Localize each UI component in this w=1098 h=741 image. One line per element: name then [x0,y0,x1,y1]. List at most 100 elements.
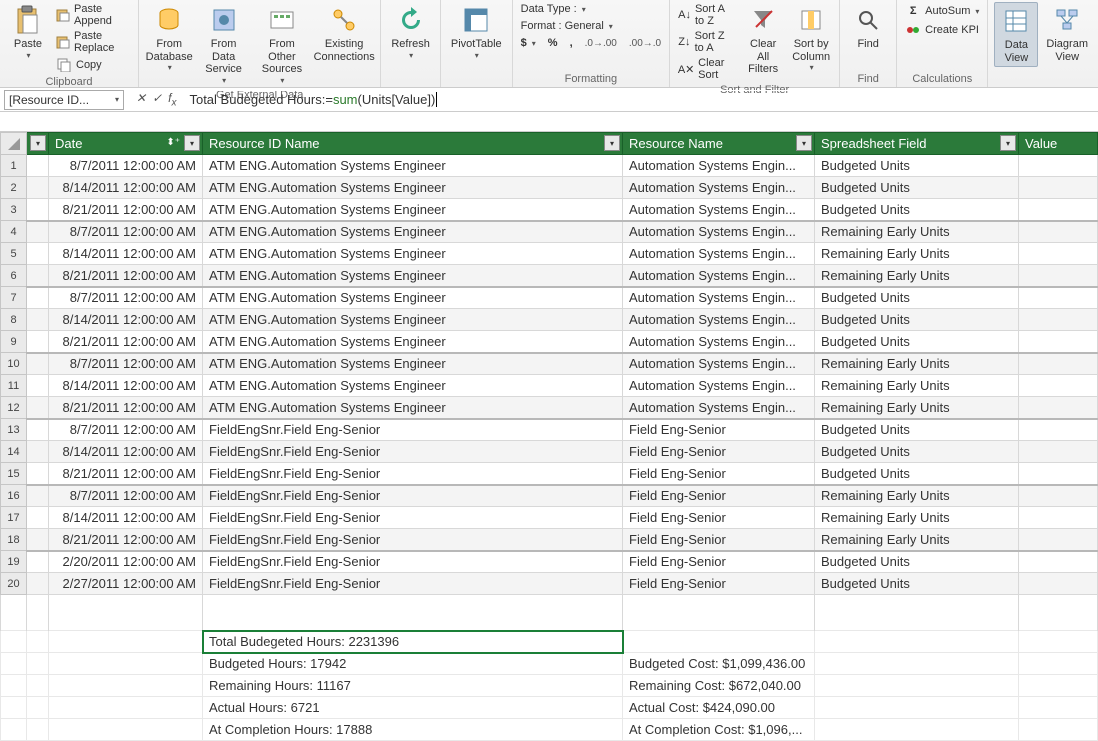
table-row[interactable]: 5 8/14/2011 12:00:00 AMATM ENG.Automation… [1,243,1098,265]
cancel-formula-button[interactable]: ✕ [136,91,146,108]
cell-resource-name[interactable]: Field Eng-Senior [623,573,815,595]
table-row[interactable]: 188/21/2011 12:00:00 AMFieldEngSnr.Field… [1,529,1098,551]
cell-date[interactable]: 8/14/2011 12:00:00 AM [49,177,203,199]
cell-field[interactable]: Remaining Early Units [815,507,1019,529]
row-header[interactable]: 5 [1,243,27,265]
cell-resource-name[interactable]: Automation Systems Engin... [623,397,815,419]
cell-value[interactable] [1019,397,1098,419]
cell-date[interactable]: 2/20/2011 12:00:00 AM [49,551,203,573]
measure-cell[interactable] [623,631,815,653]
measure-cell[interactable]: At Completion Cost: $1,096,... [623,719,815,741]
sort-az-button[interactable]: A↓Sort A to Z [676,2,737,28]
row-header[interactable]: 7 [1,287,27,309]
table-row[interactable]: 118/14/2011 12:00:00 AMATM ENG.Automatio… [1,375,1098,397]
cell-date[interactable]: 8/7/2011 12:00:00 AM [49,353,203,375]
measure-cell[interactable]: Remaining Cost: $672,040.00 [623,675,815,697]
cell-date[interactable]: 8/14/2011 12:00:00 AM [49,375,203,397]
cell-value[interactable] [1019,287,1098,309]
cell-value[interactable] [1019,243,1098,265]
fx-button[interactable]: fx [168,91,176,108]
create-kpi-button[interactable]: Create KPI [903,21,981,39]
cell[interactable] [27,353,49,375]
cell-value[interactable] [1019,529,1098,551]
accept-formula-button[interactable]: ✓ [152,91,162,108]
row-header[interactable]: 4 [1,221,27,243]
cell[interactable] [27,573,49,595]
cell-date[interactable]: 8/14/2011 12:00:00 AM [49,243,203,265]
row-header[interactable]: 8 [1,309,27,331]
table-row[interactable]: 7 8/7/2011 12:00:00 AMATM ENG.Automation … [1,287,1098,309]
cell-date[interactable]: 8/7/2011 12:00:00 AM [49,485,203,507]
cell-field[interactable]: Budgeted Units [815,309,1019,331]
from-other-sources-button[interactable]: From OtherSources▾ [254,2,310,87]
cell[interactable] [27,243,49,265]
cell-date[interactable]: 8/7/2011 12:00:00 AM [49,155,203,177]
cell-date[interactable]: 8/7/2011 12:00:00 AM [49,287,203,309]
cell-resource-id[interactable]: ATM ENG.Automation Systems Engineer [203,155,623,177]
cell-resource-name[interactable]: Automation Systems Engin... [623,243,815,265]
cell-value[interactable] [1019,375,1098,397]
cell-field[interactable]: Budgeted Units [815,155,1019,177]
cell-resource-id[interactable]: ATM ENG.Automation Systems Engineer [203,243,623,265]
cell-resource-id[interactable]: ATM ENG.Automation Systems Engineer [203,353,623,375]
sort-by-column-button[interactable]: Sort byColumn▾ [789,2,833,74]
cell-value[interactable] [1019,155,1098,177]
cell-resource-id[interactable]: FieldEngSnr.Field Eng-Senior [203,551,623,573]
cell-resource-name[interactable]: Automation Systems Engin... [623,353,815,375]
data-view-button[interactable]: DataView [994,2,1038,67]
row-header[interactable]: 6 [1,265,27,287]
cell-date[interactable]: 8/21/2011 12:00:00 AM [49,397,203,419]
measure-cell[interactable]: Remaining Hours: 11167 [203,675,623,697]
column-header-value[interactable]: Value [1019,133,1098,155]
cell-resource-name[interactable]: Automation Systems Engin... [623,177,815,199]
cell-resource-name[interactable]: Automation Systems Engin... [623,309,815,331]
paste-append-button[interactable]: Paste Append [54,2,132,28]
cell-date[interactable]: 8/21/2011 12:00:00 AM [49,331,203,353]
clear-sort-button[interactable]: A✕Clear Sort [676,56,737,82]
cell[interactable] [27,441,49,463]
column-header-date[interactable]: Date⬍⁺▾ [49,133,203,155]
existing-connections-button[interactable]: ExistingConnections [314,2,374,65]
cell-resource-name[interactable]: Automation Systems Engin... [623,155,815,177]
cell-value[interactable] [1019,507,1098,529]
cell-resource-id[interactable]: ATM ENG.Automation Systems Engineer [203,309,623,331]
measure-cell[interactable]: Budgeted Hours: 17942 [203,653,623,675]
cell-field[interactable]: Remaining Early Units [815,529,1019,551]
row-header[interactable]: 3 [1,199,27,221]
table-row[interactable]: 158/21/2011 12:00:00 AMFieldEngSnr.Field… [1,463,1098,485]
column-header-resource-name[interactable]: Resource Name▾ [623,133,815,155]
cell-value[interactable] [1019,331,1098,353]
measure-cell[interactable]: Actual Hours: 6721 [203,697,623,719]
row-header[interactable]: 20 [1,573,27,595]
cell-field[interactable]: Remaining Early Units [815,221,1019,243]
cell-resource-id[interactable]: FieldEngSnr.Field Eng-Senior [203,573,623,595]
sort-za-button[interactable]: Z↓Sort Z to A [676,29,737,55]
cell-resource-id[interactable]: ATM ENG.Automation Systems Engineer [203,331,623,353]
column-header-checkbox[interactable]: ▾ [27,133,49,155]
cell-resource-id[interactable]: ATM ENG.Automation Systems Engineer [203,375,623,397]
cell-value[interactable] [1019,419,1098,441]
table-row[interactable]: 28/14/2011 12:00:00 AMATM ENG.Automation… [1,177,1098,199]
cell[interactable] [27,177,49,199]
percent-format-button[interactable]: % [546,36,560,50]
cell-resource-id[interactable]: ATM ENG.Automation Systems Engineer [203,397,623,419]
cell-field[interactable]: Budgeted Units [815,441,1019,463]
cell-date[interactable]: 8/14/2011 12:00:00 AM [49,309,203,331]
row-header[interactable]: 14 [1,441,27,463]
row-header[interactable]: 17 [1,507,27,529]
cell-resource-id[interactable]: FieldEngSnr.Field Eng-Senior [203,419,623,441]
measure-cell[interactable]: Budgeted Cost: $1,099,436.00 [623,653,815,675]
cell-date[interactable]: 8/14/2011 12:00:00 AM [49,441,203,463]
cell-resource-id[interactable]: FieldEngSnr.Field Eng-Senior [203,463,623,485]
table-row[interactable]: 48/7/2011 12:00:00 AMATM ENG.Automation … [1,221,1098,243]
copy-button[interactable]: Copy [54,56,132,74]
table-row[interactable]: 148/14/2011 12:00:00 AMFieldEngSnr.Field… [1,441,1098,463]
cell-resource-id[interactable]: ATM ENG.Automation Systems Engineer [203,287,623,309]
cell-field[interactable]: Remaining Early Units [815,353,1019,375]
measure-cell-total[interactable]: Total Budegeted Hours: 2231396 [203,631,623,653]
table-row[interactable]: 178/14/2011 12:00:00 AMFieldEngSnr.Field… [1,507,1098,529]
table-row[interactable]: 168/7/2011 12:00:00 AMFieldEngSnr.Field … [1,485,1098,507]
cell[interactable] [27,265,49,287]
row-header[interactable]: 15 [1,463,27,485]
cell-resource-id[interactable]: ATM ENG.Automation Systems Engineer [203,221,623,243]
